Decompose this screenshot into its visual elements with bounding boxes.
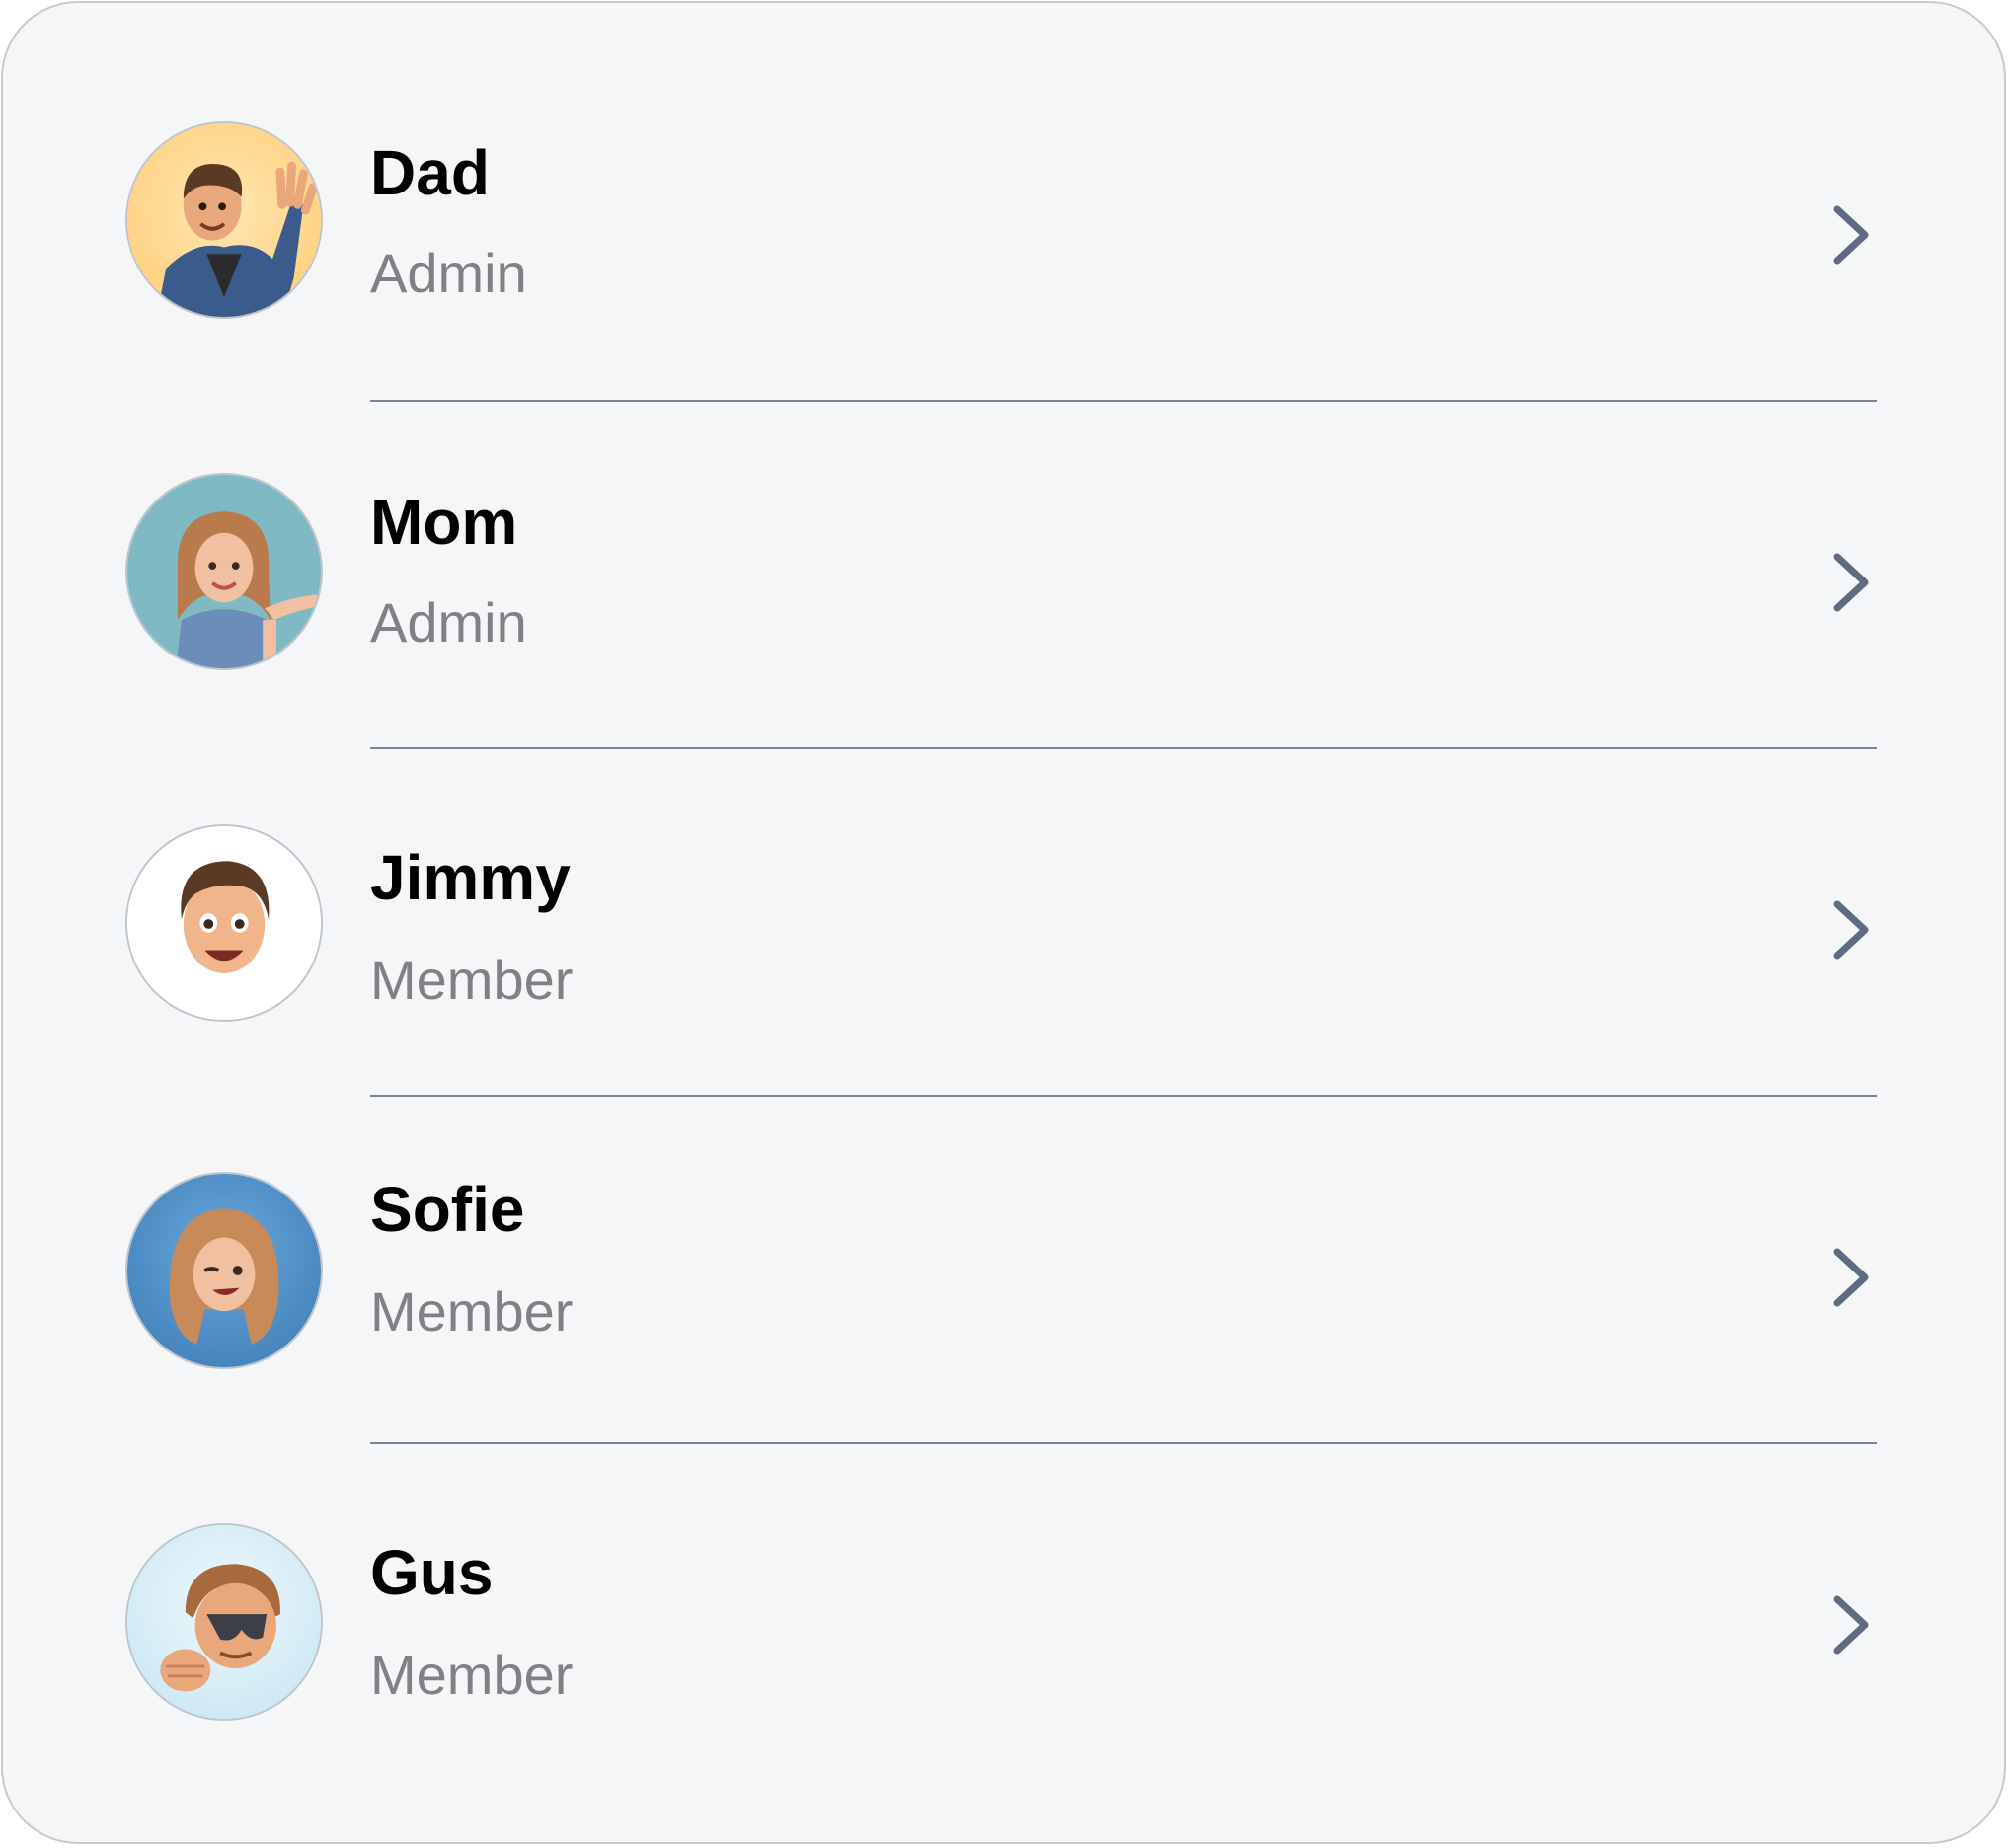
chevron-right-icon[interactable] xyxy=(1829,898,1873,962)
member-role: Member xyxy=(370,1280,574,1343)
member-row-gus[interactable]: Gus Member xyxy=(3,1393,2004,1740)
member-row-dad[interactable]: Dad Admin xyxy=(3,3,2004,350)
memoji-boy-smiling-icon xyxy=(125,824,323,1022)
member-row-jimmy[interactable]: Jimmy Member xyxy=(3,698,2004,1045)
memoji-boy-sunglasses-icon xyxy=(125,1523,323,1721)
member-name: Mom xyxy=(370,487,518,558)
chevron-right-icon[interactable] xyxy=(1829,551,1873,614)
memoji-woman-hand-raised-icon xyxy=(125,473,323,670)
member-name: Jimmy xyxy=(370,842,571,913)
member-name: Sofie xyxy=(370,1174,525,1245)
member-role: Member xyxy=(370,949,574,1011)
chevron-right-icon[interactable] xyxy=(1829,1593,1873,1656)
chevron-right-icon[interactable] xyxy=(1829,203,1873,267)
memoji-girl-winking-icon xyxy=(125,1172,323,1369)
member-name: Gus xyxy=(370,1537,494,1608)
member-row-sofie[interactable]: Sofie Member xyxy=(3,1045,2004,1393)
member-name: Dad xyxy=(370,137,490,208)
member-role: Member xyxy=(370,1644,574,1706)
chevron-right-icon[interactable] xyxy=(1829,1246,1873,1309)
member-role: Admin xyxy=(370,242,527,304)
member-row-mom[interactable]: Mom Admin xyxy=(3,350,2004,698)
memoji-man-waving-icon xyxy=(125,121,323,319)
family-members-card: Dad Admin Mom Admin Jimmy Member Sofie M… xyxy=(1,1,2006,1844)
member-role: Admin xyxy=(370,591,527,654)
